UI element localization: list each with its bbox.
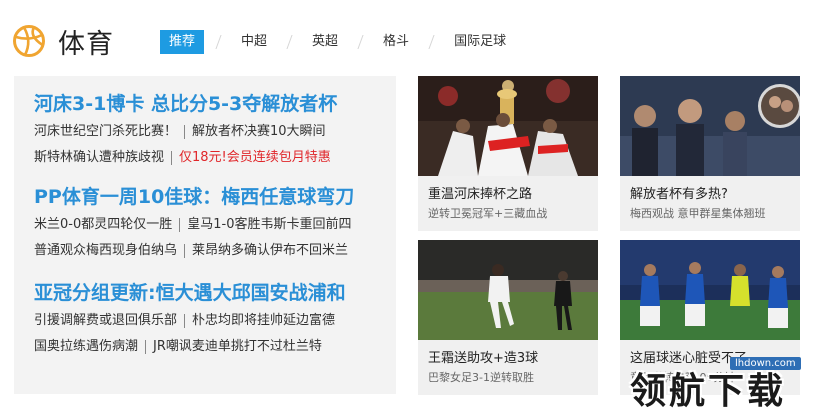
headline-link[interactable]: 河床3-1博卡 总比分5-3夺解放者杯 — [34, 89, 389, 119]
news-link[interactable]: 河床世纪空门杀死比赛！ — [34, 119, 177, 145]
nav-divider — [357, 35, 364, 49]
news-block: PP体育一周10佳球：梅西任意球弯刀 米兰0-0都灵四轮仅一胜 皇马1-0客胜韦… — [34, 182, 389, 264]
photo-card[interactable]: 王霜送助攻+造3球 巴黎女足3-1逆转取胜 — [418, 240, 598, 395]
card-title: 重温河床捧杯之路 — [428, 187, 533, 202]
news-panel: 河床3-1博卡 总比分5-3夺解放者杯 河床世纪空门杀死比赛！ 解放者杯决赛10… — [14, 76, 396, 394]
tab-combat[interactable]: 格斗 — [375, 30, 417, 54]
row-divider — [171, 151, 173, 165]
row-divider — [145, 340, 147, 354]
news-link[interactable]: 皇马1-0客胜韦斯卡重回前四 — [187, 212, 351, 238]
tab-epl[interactable]: 英超 — [304, 30, 346, 54]
card-subtitle: 巴黎女足3-1逆转取胜 — [428, 371, 534, 384]
news-block: 河床3-1博卡 总比分5-3夺解放者杯 河床世纪空门杀死比赛！ 解放者杯决赛10… — [34, 89, 389, 171]
category-nav: 推荐 中超 英超 格斗 国际足球 — [160, 30, 514, 54]
trophy-celebration-photo — [418, 76, 598, 176]
row-divider — [184, 244, 186, 258]
spectators-photo — [620, 76, 800, 176]
news-block: 亚冠分组更新:恒大遇大邱国安战浦和 引援调解费或退回俱乐部 朴忠均即将挂帅延边富… — [34, 278, 389, 360]
watermark-text: 领航下载 — [630, 371, 787, 409]
news-link[interactable]: 斯特林确认遭种族歧视 — [34, 145, 164, 171]
nav-divider — [286, 35, 293, 49]
tab-intl-football[interactable]: 国际足球 — [446, 30, 514, 54]
news-link[interactable]: 普通观众梅西现身伯纳乌 — [34, 238, 177, 264]
news-row: 斯特林确认遭种族歧视 仅18元!会员连续包月特惠 — [34, 145, 389, 171]
news-row: 河床世纪空门杀死比赛！ 解放者杯决赛10大瞬间 — [34, 119, 389, 145]
headline-link[interactable]: 亚冠分组更新:恒大遇大邱国安战浦和 — [34, 278, 389, 308]
news-link[interactable]: 米兰0-0都灵四轮仅一胜 — [34, 212, 172, 238]
tab-recommended[interactable]: 推荐 — [160, 30, 205, 54]
row-divider — [179, 218, 181, 232]
card-subtitle: 梅西观战 意甲群星集体翘班 — [630, 207, 766, 220]
news-link[interactable]: 莱昂纳多确认伊布不回米兰 — [192, 238, 348, 264]
section-header: 体育 推荐 中超 英超 格斗 国际足球 — [0, 0, 814, 76]
card-title: 解放者杯有多热? — [630, 187, 728, 202]
headline-link[interactable]: PP体育一周10佳球：梅西任意球弯刀 — [34, 182, 389, 212]
basketball-icon — [13, 25, 45, 57]
nav-divider — [428, 35, 435, 49]
news-link[interactable]: 引援调解费或退回俱乐部 — [34, 308, 177, 334]
news-row: 引援调解费或退回俱乐部 朴忠均即将挂帅延边富德 — [34, 308, 389, 334]
news-row: 米兰0-0都灵四轮仅一胜 皇马1-0客胜韦斯卡重回前四 — [34, 212, 389, 238]
news-link[interactable]: JR嘲讽麦迪单挑打不过杜兰特 — [153, 334, 322, 360]
news-row: 国奥拉练遇伤病潮 JR嘲讽麦迪单挑打不过杜兰特 — [34, 334, 389, 360]
watermark: lhdown.com 领航下载 — [620, 352, 814, 409]
nav-divider — [215, 35, 222, 49]
news-link[interactable]: 解放者杯决赛10大瞬间 — [192, 119, 326, 145]
row-divider — [184, 314, 186, 328]
womens-football-photo — [418, 240, 598, 340]
page-title: 体育 — [58, 29, 114, 60]
promo-link[interactable]: 仅18元!会员连续包月特惠 — [179, 145, 331, 171]
card-title: 王霜送助攻+造3球 — [428, 351, 539, 366]
news-link[interactable]: 国奥拉练遇伤病潮 — [34, 334, 138, 360]
card-subtitle: 逆转卫冕冠军+三藏血战 — [428, 207, 548, 220]
news-row: 普通观众梅西现身伯纳乌 莱昂纳多确认伊布不回米兰 — [34, 238, 389, 264]
photo-card[interactable]: 重温河床捧杯之路 逆转卫冕冠军+三藏血战 — [418, 76, 598, 231]
news-link[interactable]: 朴忠均即将挂帅延边富德 — [192, 308, 335, 334]
tab-csl[interactable]: 中超 — [233, 30, 275, 54]
row-divider — [184, 125, 186, 139]
match-players-photo — [620, 240, 800, 340]
photo-card[interactable]: 解放者杯有多热? 梅西观战 意甲群星集体翘班 — [620, 76, 800, 231]
